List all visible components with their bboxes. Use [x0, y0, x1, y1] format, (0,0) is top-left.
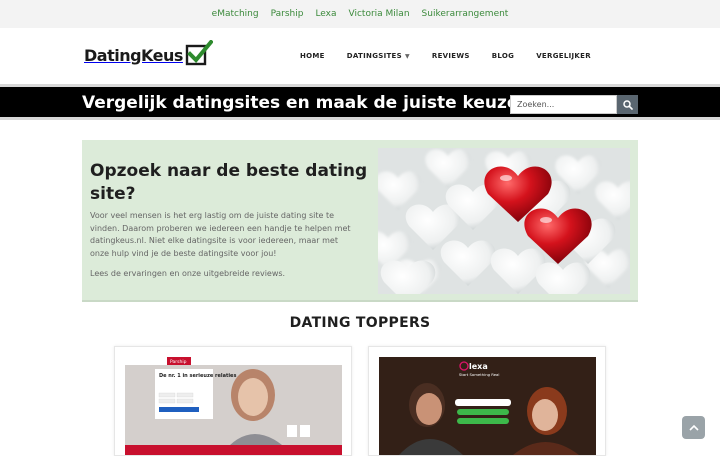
dating-card-parship[interactable]: Parship De nr. 1 in serieuze relaties	[114, 346, 352, 456]
search-icon	[622, 99, 633, 110]
topbar-link-parship[interactable]: Parship	[271, 9, 304, 19]
lexa-preview: lexa Start Something Real	[379, 357, 596, 455]
topbar-link-suikerarrangement[interactable]: Suikerarrangement	[422, 9, 509, 19]
hero-section: Opzoek naar de beste dating site? Voor v…	[82, 140, 638, 302]
top-partner-bar: eMatching Parship Lexa Victoria Milan Su…	[0, 0, 720, 28]
search-form	[510, 95, 638, 114]
hero-paragraph: Voor veel mensen is het erg lastig om de…	[90, 211, 351, 258]
search-input[interactable]	[510, 95, 617, 114]
nav-item-vergelijker[interactable]: VERGELIJKER	[536, 52, 591, 60]
search-button[interactable]	[617, 95, 638, 114]
nav-label-vergelijker: VERGELIJKER	[536, 52, 591, 60]
topbar-link-victoria-milan[interactable]: Victoria Milan	[349, 9, 410, 19]
site-logo[interactable]: DatingKeus	[84, 40, 213, 68]
chevron-up-icon	[688, 424, 699, 431]
parship-headline: De nr. 1 in serieuze relaties	[159, 373, 236, 379]
checkmark-box-icon	[185, 40, 213, 66]
chevron-down-icon: ▼	[404, 52, 410, 60]
back-to-top-button[interactable]	[682, 416, 705, 439]
nav-label-datingsites: DATINGSITES	[346, 52, 402, 60]
page-banner: Vergelijk datingsites en maak de juiste …	[0, 84, 720, 120]
main-nav: HOME DATINGSITES ▼ REVIEWS BLOG VERGELIJK…	[300, 52, 613, 60]
nav-item-reviews[interactable]: REVIEWS	[432, 52, 470, 60]
hearts-image	[378, 148, 630, 294]
hero-title: Opzoek naar de beste dating site?	[90, 161, 368, 204]
nav-label-home: HOME	[300, 52, 325, 60]
nav-label-reviews: REVIEWS	[431, 52, 470, 60]
nav-item-home[interactable]: HOME	[300, 52, 325, 60]
topbar-link-ematching[interactable]: eMatching	[212, 9, 259, 19]
nav-label-blog: BLOG	[491, 52, 515, 60]
dating-card-lexa[interactable]: lexa Start Something Real	[368, 346, 606, 456]
lexa-tagline: Start Something Real	[459, 372, 499, 377]
nav-item-datingsites[interactable]: DATINGSITES ▼	[347, 52, 410, 60]
hero-paragraph-reviews: Lees de ervaringen en onze uitgebreide r…	[90, 269, 286, 278]
hearts-illustration	[378, 148, 630, 294]
parship-screenshot: Parship De nr. 1 in serieuze relaties	[125, 357, 342, 455]
lexa-screenshot: lexa Start Something Real	[379, 357, 596, 455]
parship-brand: Parship	[170, 359, 187, 365]
section-title: DATING TOPPERS	[289, 315, 431, 331]
parship-preview: Parship De nr. 1 in serieuze relaties	[125, 357, 342, 455]
topbar-link-lexa[interactable]: Lexa	[315, 9, 336, 19]
nav-item-blog[interactable]: BLOG	[492, 52, 514, 60]
banner-title: Vergelijk datingsites en maak de juiste …	[82, 93, 527, 113]
lexa-brand: lexa	[469, 362, 488, 371]
site-header: DatingKeus HOME DATINGSITES ▼ REVIEWS BLO…	[0, 28, 720, 84]
logo-text: DatingKeus	[84, 45, 183, 65]
